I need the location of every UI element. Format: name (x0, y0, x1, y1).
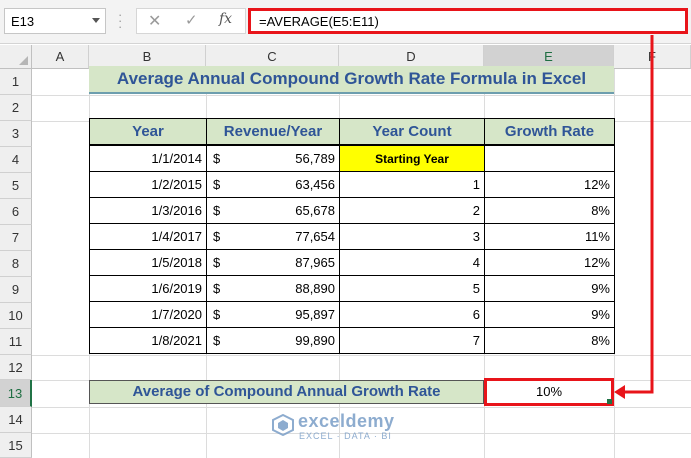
arrow-line (622, 35, 654, 394)
callout-arrow (614, 35, 654, 399)
exceldemy-logo-icon (272, 414, 294, 436)
watermark-tagline: EXCEL · DATA · BI (299, 431, 392, 441)
arrow-head-icon (614, 385, 625, 399)
watermark-brand: exceldemy (298, 411, 395, 431)
